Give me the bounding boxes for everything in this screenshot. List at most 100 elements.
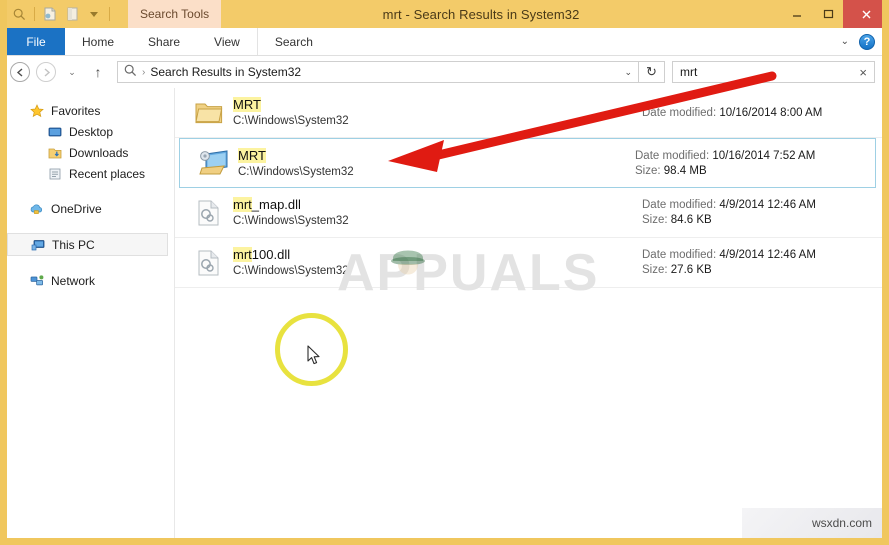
sidebar-item-label: Desktop (69, 124, 114, 139)
sidebar-item-this-pc[interactable]: This PC (7, 233, 168, 256)
search-value[interactable]: mrt (680, 65, 697, 79)
file-meta: MRT C:\Windows\System32 (232, 147, 635, 179)
file-list: MRT C:\Windows\System32 Date modified: 1… (175, 88, 882, 538)
sidebar-item-favorites[interactable]: Favorites (7, 100, 174, 121)
file-details: Date modified: 4/9/2014 12:46 AM Size: 8… (642, 199, 882, 226)
close-button[interactable] (843, 0, 882, 28)
help-icon[interactable]: ? (859, 33, 875, 50)
up-button[interactable]: ↑ (85, 59, 111, 85)
ribbon-right-controls: ⌄ ? (841, 28, 882, 55)
table-row[interactable]: mrt_map.dll C:\Windows\System32 Date mod… (175, 188, 882, 238)
table-row[interactable]: mrt100.dll C:\Windows\System32 Date modi… (175, 238, 882, 288)
file-path: C:\Windows\System32 (233, 115, 349, 127)
quick-access-toolbar[interactable] (7, 0, 114, 28)
toolbar-divider (34, 7, 35, 21)
sidebar-item-network[interactable]: Network (7, 270, 174, 291)
downloads-icon (47, 145, 63, 161)
file-path: C:\Windows\System32 (233, 215, 349, 227)
properties-icon[interactable] (61, 3, 83, 25)
file-name: MRT (233, 97, 642, 112)
tab-search[interactable]: Search (256, 28, 330, 55)
dll-file-icon (191, 199, 227, 227)
breadcrumb-current[interactable]: Search Results in System32 (150, 65, 301, 79)
sidebar-item-label: This PC (52, 237, 95, 252)
back-button[interactable] (7, 59, 33, 85)
sidebar-item-onedrive[interactable]: OneDrive (7, 198, 174, 219)
sidebar-group-gap-3 (7, 256, 174, 270)
file-meta: mrt_map.dll C:\Windows\System32 (227, 197, 642, 228)
file-name: mrt_map.dll (233, 197, 301, 212)
explorer-window: Search Tools mrt - Search Results in Sys… (0, 0, 889, 545)
corner-watermark: wsxdn.com (742, 508, 882, 538)
desktop-icon (47, 124, 63, 140)
search-match-highlight: mrt (233, 247, 252, 262)
network-icon (29, 273, 45, 289)
address-bar[interactable]: › Search Results in System32 ⌄ (117, 61, 639, 83)
sidebar-item-label: Network (51, 273, 96, 288)
title-bar: Search Tools mrt - Search Results in Sys… (7, 0, 882, 28)
content-area: Favorites Desktop Downloads Recent place… (7, 88, 882, 538)
breadcrumb-separator: › (142, 66, 146, 78)
search-match-highlight: MRT (238, 147, 266, 163)
search-icon[interactable] (8, 3, 30, 25)
sidebar-item-label: Recent places (69, 166, 146, 181)
chevron-down-icon[interactable]: ⌄ (624, 67, 632, 78)
file-details: Date modified: 4/9/2014 12:46 AM Size: 2… (642, 249, 882, 276)
sidebar-item-downloads[interactable]: Downloads (7, 142, 174, 163)
navigation-bar: ⌄ ↑ › Search Results in System32 ⌄ ↻ mrt… (7, 56, 882, 88)
sidebar-item-label: Favorites (51, 103, 101, 118)
recent-places-icon (47, 166, 63, 182)
customize-caret-icon[interactable] (83, 3, 105, 25)
application-icon (196, 149, 232, 177)
file-meta: MRT C:\Windows\System32 (227, 97, 642, 128)
file-meta: mrt100.dll C:\Windows\System32 (227, 247, 642, 278)
search-icon (124, 64, 137, 80)
date-modified: Date modified: 10/16/2014 7:52 AM (635, 149, 816, 162)
forward-button[interactable] (33, 59, 59, 85)
file-path: C:\Windows\System32 (238, 165, 354, 178)
dll-file-icon (191, 249, 227, 277)
date-modified: Date modified: 10/16/2014 8:00 AM (642, 106, 823, 119)
close-icon[interactable]: × (859, 65, 867, 80)
file-details: Date modified: 10/16/2014 7:52 AM Size: … (635, 150, 875, 177)
file-path: C:\Windows\System32 (233, 265, 349, 277)
tab-view[interactable]: View (197, 28, 257, 55)
this-pc-icon (30, 237, 46, 253)
window-title: mrt - Search Results in System32 (382, 6, 580, 22)
sidebar-group-gap-2 (7, 219, 174, 233)
date-modified: Date modified: 4/9/2014 12:46 AM (642, 199, 816, 211)
star-icon (29, 103, 45, 119)
minimize-button[interactable] (781, 0, 812, 28)
file-name: MRT (238, 147, 635, 163)
arrow-up-icon: ↑ (94, 64, 102, 80)
sidebar-item-label: Downloads (69, 145, 129, 160)
folder-icon (191, 100, 227, 126)
window-controls (781, 0, 882, 28)
tab-home[interactable]: Home (65, 28, 131, 55)
maximize-button[interactable] (812, 0, 843, 28)
file-size: Size: 27.6 KB (642, 264, 712, 276)
table-row[interactable]: MRT C:\Windows\System32 Date modified: 1… (179, 138, 876, 188)
ribbon-tab-bar: File Home Share View Search ⌄ ? (7, 28, 882, 56)
new-folder-icon[interactable] (39, 3, 61, 25)
toolbar-divider-2 (109, 7, 110, 21)
search-match-highlight: mrt (233, 197, 252, 212)
sidebar-item-desktop[interactable]: Desktop (7, 121, 174, 142)
refresh-button[interactable]: ↻ (639, 61, 665, 83)
sidebar-item-recent-places[interactable]: Recent places (7, 163, 174, 184)
file-details: Date modified: 10/16/2014 8:00 AM (642, 107, 882, 119)
chevron-down-icon[interactable]: ⌄ (841, 36, 849, 47)
tab-share[interactable]: Share (131, 28, 197, 55)
table-row[interactable]: MRT C:\Windows\System32 Date modified: 1… (175, 88, 882, 138)
search-input[interactable]: mrt × (672, 61, 875, 83)
tab-file[interactable]: File (7, 28, 65, 55)
date-modified: Date modified: 4/9/2014 12:46 AM (642, 249, 816, 261)
search-match-highlight: MRT (233, 97, 261, 112)
recent-locations-button[interactable]: ⌄ (59, 59, 85, 85)
onedrive-cloud-icon (29, 201, 45, 217)
file-size: Size: 98.4 MB (635, 164, 707, 177)
file-size: Size: 84.6 KB (642, 214, 712, 226)
chevron-down-icon: ⌄ (68, 66, 76, 77)
sidebar-item-label: OneDrive (51, 201, 102, 216)
